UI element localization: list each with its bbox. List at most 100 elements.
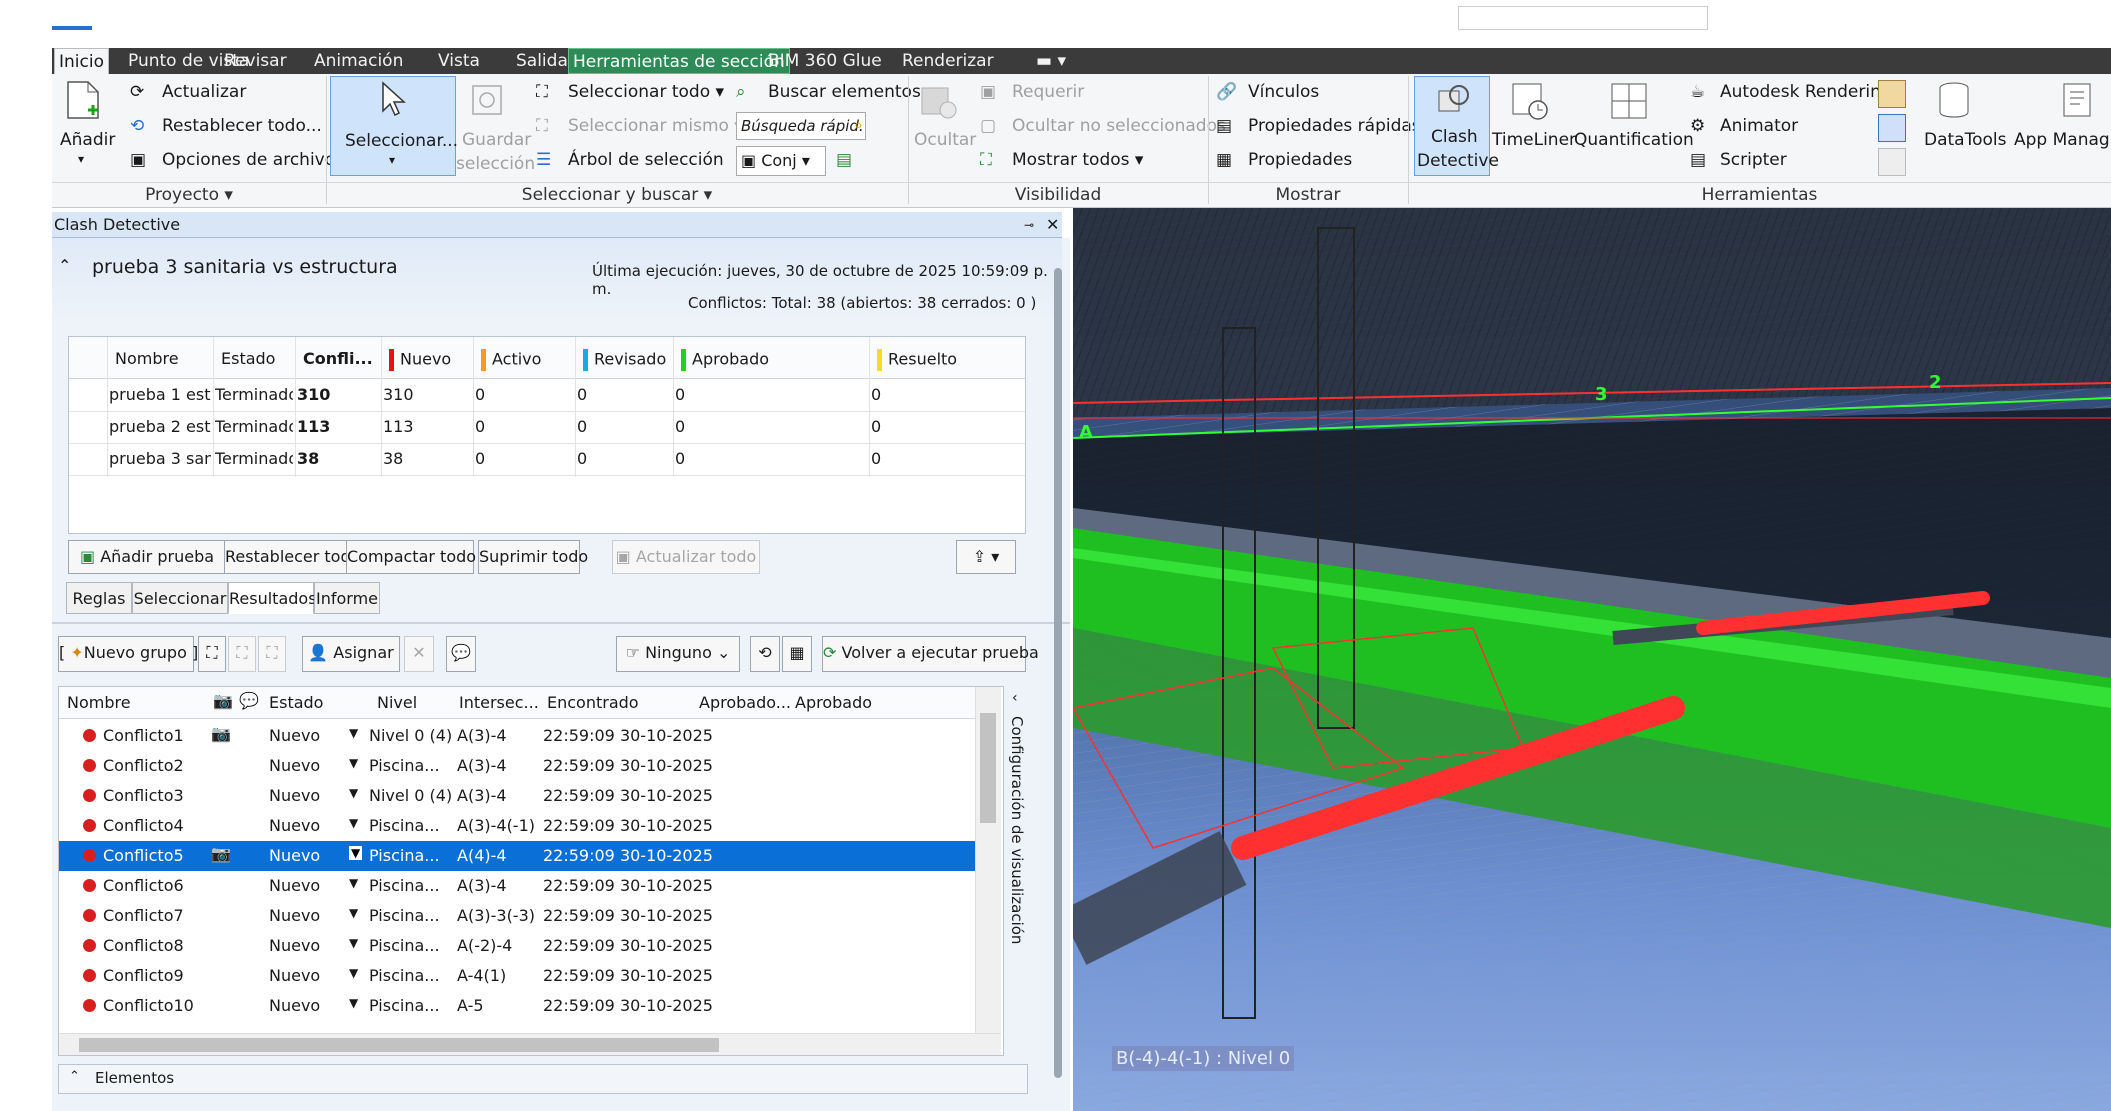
tab-4[interactable]: Vista — [434, 48, 484, 74]
sets-manage-icon[interactable]: ▤ — [836, 150, 852, 170]
autodesk-rendering-button[interactable]: Autodesk Rendering — [1720, 82, 1892, 102]
quantification-button[interactable]: Quantification — [1574, 130, 1694, 150]
vinculos-button[interactable]: Vínculos — [1248, 82, 1319, 102]
group-icon[interactable]: ⛶ — [198, 636, 226, 672]
add-dropdown-icon[interactable]: ▾ — [78, 152, 84, 166]
clash-row[interactable]: Conflicto9 Nuevo ▼ Piscina... A-4(1) 22:59:09… — [59, 961, 975, 991]
clash-row[interactable]: Conflicto2 Nuevo ▼ Piscina... A(3)-4 22:59:09… — [59, 751, 975, 781]
close-panel-icon[interactable]: ✕ — [1046, 212, 1059, 238]
assign-button[interactable]: 👤 Asignar — [302, 636, 400, 672]
panel-scrollbar[interactable] — [1054, 268, 1062, 1078]
quick-find-input[interactable]: Búsqueda rápid. ⌕ — [736, 112, 866, 140]
delete-all-button[interactable]: Suprimir todo — [478, 540, 588, 574]
clash-row[interactable]: Conflicto10 Nuevo ▼ Piscina... A-5 22:59:09 3… — [59, 991, 975, 1021]
clash-row[interactable]: Conflicto6 Nuevo ▼ Piscina... A(3)-4 22:59:09… — [59, 871, 975, 901]
scripter-button[interactable]: Scripter — [1720, 150, 1787, 170]
datatools-button[interactable]: DataTools — [1924, 130, 2006, 150]
add-button[interactable]: Añadir — [60, 130, 115, 150]
tests-header-0[interactable]: Nombre — [115, 349, 179, 368]
magnifier-icon[interactable]: ⌕ — [854, 115, 863, 135]
actualizar-button[interactable]: Actualizar — [162, 82, 246, 102]
tests-header-5[interactable]: Revisado — [583, 349, 666, 371]
sets-dropdown[interactable]: ▣ Conj ▾ — [736, 146, 826, 176]
reset-all-button[interactable]: Restablecer todo — [224, 540, 360, 574]
test-row[interactable]: prueba 2 estruTerminado1131130000 — [69, 411, 1025, 443]
requerir-button[interactable]: Requerir — [1012, 82, 1084, 102]
seleccionar-button[interactable]: Seleccionar... ▾ — [330, 76, 458, 176]
camera-icon[interactable]: 📷 — [211, 724, 231, 743]
status-dropdown-icon[interactable]: ▼ — [349, 996, 358, 1010]
results-header-0[interactable]: Nombre — [67, 693, 131, 712]
explode-group-icon[interactable]: ⛶ — [258, 636, 286, 672]
timeliner-button[interactable]: TimeLiner — [1492, 130, 1576, 150]
results-header-5[interactable]: Aprobado... — [699, 693, 791, 712]
clash-row[interactable]: Conflicto5 📷 Nuevo ▼ Piscina... A(4)-4 22:59:0… — [59, 841, 975, 871]
mostrar-todos-button[interactable]: Mostrar todos ▾ — [1012, 150, 1143, 170]
status-dropdown-icon[interactable]: ▼ — [349, 846, 363, 860]
tab-7[interactable]: BIM 360 Glue — [764, 48, 886, 74]
hscroll-thumb[interactable] — [79, 1038, 719, 1052]
add-test-button[interactable]: ▣ Añadir prueba — [68, 540, 226, 574]
tests-header-3[interactable]: Nuevo — [389, 349, 451, 371]
display-settings-tab[interactable]: ‹ Configuración de visualización — [1006, 686, 1034, 1056]
opciones-archivo-button[interactable]: Opciones de archivo — [162, 150, 335, 170]
seleccionar-todo-button[interactable]: Seleccionar todo ▾ — [568, 82, 724, 102]
test-row[interactable]: prueba 1 estruTerminado3103100000 — [69, 379, 1025, 411]
expand-side-icon[interactable]: ‹ — [1012, 690, 1018, 706]
batch-utility-icon[interactable] — [1878, 114, 1906, 142]
app-manager-button[interactable]: App Manag — [2014, 130, 2110, 150]
subtab-reglas[interactable]: Reglas — [66, 582, 132, 614]
status-dropdown-icon[interactable]: ▼ — [349, 756, 358, 770]
status-dropdown-icon[interactable]: ▼ — [349, 936, 358, 950]
results-horizontal-scrollbar[interactable] — [59, 1033, 1001, 1055]
propiedades-rapidas-button[interactable]: Propiedades rápidas — [1248, 116, 1421, 136]
results-vertical-scrollbar[interactable] — [975, 687, 1001, 1033]
tests-header-1[interactable]: Estado — [221, 349, 275, 368]
tests-header-6[interactable]: Aprobado — [681, 349, 769, 371]
status-dropdown-icon[interactable]: ▼ — [349, 816, 358, 830]
new-group-button[interactable]: [ ✦Nuevo grupo ] — [58, 636, 198, 672]
tab-8[interactable]: Renderizar — [898, 48, 998, 74]
subtab-seleccionar[interactable]: Seleccionar — [132, 582, 228, 614]
arbol-seleccion-button[interactable]: Árbol de selección — [568, 150, 724, 170]
scroll-thumb[interactable] — [980, 713, 996, 823]
guardar-label-2[interactable]: selección — [456, 154, 535, 174]
tab-0[interactable]: Inicio — [54, 48, 109, 74]
rerun-test-button[interactable]: ⟳ Volver a ejecutar prueba — [822, 636, 1039, 672]
group-proyecto[interactable]: Proyecto ▾ — [52, 182, 326, 206]
appearance-profiler-icon[interactable] — [1878, 80, 1906, 108]
results-header-3[interactable]: Intersec... — [459, 693, 539, 712]
pin-icon[interactable]: ⊸ — [1024, 212, 1034, 238]
tests-header-4[interactable]: Activo — [481, 349, 541, 371]
collapse-icon[interactable]: ⌃ — [58, 256, 71, 275]
test-row[interactable]: prueba 3 sanitTerminado38380000 — [69, 443, 1025, 475]
title-search-box[interactable] — [1458, 6, 1708, 30]
results-header-6[interactable]: Aprobado — [795, 693, 872, 712]
camera-column-icon[interactable]: 📷 — [213, 691, 233, 710]
clash-row[interactable]: Conflicto8 Nuevo ▼ Piscina... A(-2)-4 22:59:0… — [59, 931, 975, 961]
buscar-elementos-button[interactable]: Buscar elementos — [768, 82, 921, 102]
results-header-2[interactable]: Nivel — [377, 693, 417, 712]
update-all-button[interactable]: ▣ Actualizar todo — [612, 540, 760, 574]
tests-header-7[interactable]: Resuelto — [877, 349, 957, 371]
ocultar-button[interactable]: Ocultar — [914, 130, 976, 150]
propiedades-button[interactable]: Propiedades — [1248, 150, 1352, 170]
clash-detective-button[interactable]: Clash Detective — [1414, 76, 1499, 176]
group-seleccionar-buscar[interactable]: Seleccionar y buscar ▾ — [326, 182, 908, 206]
clash-row[interactable]: Conflicto1 📷 Nuevo ▼ Nivel 0 (4) A(3)-4 22:59:… — [59, 721, 975, 751]
subtab-informe[interactable]: Informe — [314, 582, 380, 614]
clash-row[interactable]: Conflicto7 Nuevo ▼ Piscina... A(3)-3(-3) 22:5… — [59, 901, 975, 931]
tests-header-2[interactable]: Confli... — [303, 349, 373, 368]
tab-6[interactable]: Herramientas de sección — [568, 48, 790, 74]
comment-column-icon[interactable]: 💬 — [239, 691, 259, 710]
status-dropdown-icon[interactable]: ▼ — [349, 786, 358, 800]
tab-2[interactable]: Revisar — [220, 48, 291, 74]
results-header-1[interactable]: Estado — [269, 693, 323, 712]
subtab-resultados[interactable]: Resultados — [228, 582, 317, 614]
ribbon-options-icon[interactable]: ▬ ▾ — [1032, 48, 1070, 74]
status-dropdown-icon[interactable]: ▼ — [349, 966, 358, 980]
ungroup-icon[interactable]: ⛶ — [228, 636, 256, 672]
status-dropdown-icon[interactable]: ▼ — [349, 876, 358, 890]
none-dropdown[interactable]: ☞ Ninguno ⌄ — [616, 636, 740, 672]
status-dropdown-icon[interactable]: ▼ — [349, 906, 358, 920]
